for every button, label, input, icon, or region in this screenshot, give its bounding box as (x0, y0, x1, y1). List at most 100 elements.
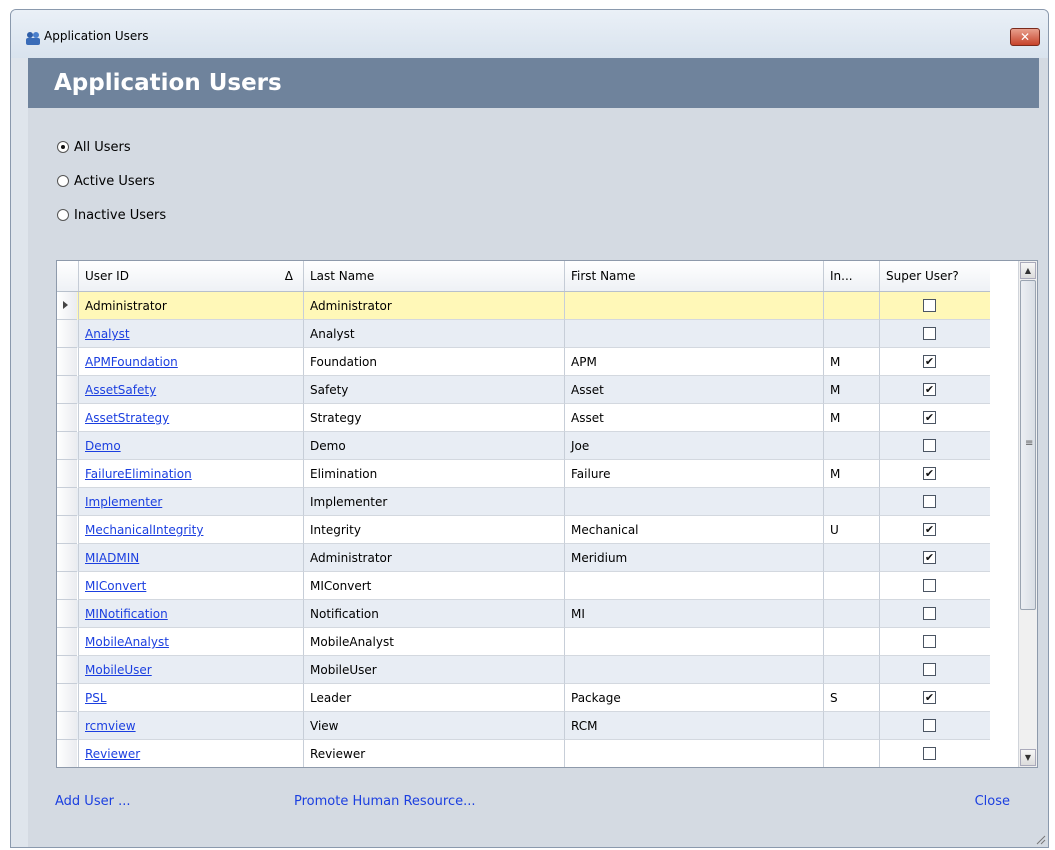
table-row[interactable]: MINotification Notification MI (57, 600, 990, 628)
user-id-link[interactable]: FailureElimination (85, 467, 192, 481)
row-selector[interactable] (57, 320, 77, 348)
user-id-link[interactable]: PSL (85, 691, 107, 705)
table-row[interactable]: PSL Leader Package S ✔ (57, 684, 990, 712)
user-id-link[interactable]: MIADMIN (85, 551, 139, 565)
row-selector[interactable] (57, 656, 77, 684)
table-row[interactable]: Demo Demo Joe (57, 432, 990, 460)
radio-label: All Users (74, 139, 131, 155)
table-row[interactable]: MIADMIN Administrator Meridium ✔ (57, 544, 990, 572)
column-label: In... (830, 269, 853, 283)
user-id-link[interactable]: MIConvert (85, 579, 146, 593)
row-selector[interactable] (57, 628, 77, 656)
super-user-checkbox[interactable] (923, 495, 936, 508)
radio-active-users[interactable] (57, 175, 69, 187)
user-id-link[interactable]: Reviewer (85, 747, 140, 761)
radio-label: Active Users (74, 173, 155, 189)
cell-text: View (310, 719, 339, 733)
cell-last: Demo (303, 432, 564, 460)
row-selector[interactable] (57, 600, 77, 628)
super-user-checkbox[interactable] (923, 663, 936, 676)
column-header-super-user[interactable]: Super User? (879, 261, 990, 291)
table-row[interactable]: FailureElimination Elimination Failure M ✔ (57, 460, 990, 488)
row-selector[interactable] (57, 684, 77, 712)
row-selector[interactable] (57, 292, 77, 320)
table-row[interactable]: AssetSafety Safety Asset M ✔ (57, 376, 990, 404)
user-id-link[interactable]: rcmview (85, 719, 136, 733)
row-selector[interactable] (57, 516, 77, 544)
scroll-up-arrow-icon[interactable]: ▲ (1020, 262, 1036, 279)
row-selector[interactable] (57, 740, 77, 767)
table-row[interactable]: MobileAnalyst MobileAnalyst (57, 628, 990, 656)
super-user-checkbox[interactable]: ✔ (923, 355, 936, 368)
column-header-first-name[interactable]: First Name (564, 261, 823, 291)
column-header-last-name[interactable]: Last Name (303, 261, 564, 291)
table-row[interactable]: MobileUser MobileUser (57, 656, 990, 684)
cell-last: Administrator (303, 292, 564, 320)
cell-initial (823, 600, 879, 628)
table-row[interactable]: MechanicalIntegrity Integrity Mechanical U ✔ (57, 516, 990, 544)
super-user-checkbox[interactable] (923, 607, 936, 620)
column-header-initial[interactable]: In... (823, 261, 879, 291)
close-link[interactable]: Close (975, 794, 1010, 809)
table-row[interactable]: rcmview View RCM (57, 712, 990, 740)
user-id-link[interactable]: Demo (85, 439, 121, 453)
filter-inactive-users[interactable]: Inactive Users (57, 206, 166, 224)
user-id-link[interactable]: AssetSafety (85, 383, 156, 397)
resize-grip-icon[interactable] (1034, 833, 1046, 845)
user-id-link[interactable]: APMFoundation (85, 355, 178, 369)
radio-inactive-users[interactable] (57, 209, 69, 221)
title-bar[interactable]: Application Users ✕ (11, 10, 1048, 58)
user-id-link[interactable]: MobileAnalyst (85, 635, 169, 649)
table-row[interactable]: Implementer Implementer (57, 488, 990, 516)
super-user-checkbox[interactable]: ✔ (923, 551, 936, 564)
row-selector[interactable] (57, 460, 77, 488)
super-user-checkbox[interactable]: ✔ (923, 383, 936, 396)
super-user-checkbox[interactable]: ✔ (923, 691, 936, 704)
filter-active-users[interactable]: Active Users (57, 172, 155, 190)
table-row[interactable]: Administrator Administrator (57, 292, 990, 320)
super-user-checkbox[interactable]: ✔ (923, 411, 936, 424)
super-user-checkbox[interactable] (923, 719, 936, 732)
table-row[interactable]: Analyst Analyst (57, 320, 990, 348)
cell-super-user: ✔ (879, 460, 990, 488)
row-selector[interactable] (57, 544, 77, 572)
user-id-link[interactable]: MobileUser (85, 663, 152, 677)
users-grid[interactable]: User ID Δ Last Name First Name In... Sup… (56, 260, 1038, 768)
radio-all-users[interactable] (57, 141, 69, 153)
table-row[interactable]: MIConvert MIConvert (57, 572, 990, 600)
user-id-link[interactable]: Analyst (85, 327, 130, 341)
vertical-scrollbar[interactable]: ▲ ≡ ▼ (1018, 261, 1037, 767)
user-id-link[interactable]: AssetStrategy (85, 411, 169, 425)
row-selector[interactable] (57, 712, 77, 740)
super-user-checkbox[interactable] (923, 579, 936, 592)
window-close-button[interactable]: ✕ (1010, 28, 1040, 46)
table-row[interactable]: APMFoundation Foundation APM M ✔ (57, 348, 990, 376)
promote-human-resource-link[interactable]: Promote Human Resource... (294, 794, 476, 809)
super-user-checkbox[interactable] (923, 327, 936, 340)
user-id-link[interactable]: MINotification (85, 607, 168, 621)
table-row[interactable]: AssetStrategy Strategy Asset M ✔ (57, 404, 990, 432)
column-header-user-id[interactable]: User ID Δ (78, 261, 303, 291)
super-user-checkbox[interactable] (923, 299, 936, 312)
filter-all-users[interactable]: All Users (57, 138, 131, 156)
super-user-checkbox[interactable] (923, 747, 936, 760)
super-user-checkbox[interactable] (923, 439, 936, 452)
row-selector[interactable] (57, 432, 77, 460)
row-selector[interactable] (57, 572, 77, 600)
super-user-checkbox[interactable] (923, 635, 936, 648)
add-user-link[interactable]: Add User ... (55, 794, 130, 809)
table-row[interactable]: Reviewer Reviewer (57, 740, 990, 767)
cell-first (564, 292, 823, 320)
user-id-link[interactable]: Implementer (85, 495, 162, 509)
row-selector[interactable] (57, 348, 77, 376)
scroll-thumb[interactable]: ≡ (1020, 280, 1036, 610)
scroll-down-arrow-icon[interactable]: ▼ (1020, 749, 1036, 766)
row-selector[interactable] (57, 376, 77, 404)
user-id-link[interactable]: MechanicalIntegrity (85, 523, 203, 537)
row-selector[interactable] (57, 488, 77, 516)
cell-user-id: Implementer (78, 488, 303, 516)
super-user-checkbox[interactable]: ✔ (923, 523, 936, 536)
super-user-checkbox[interactable]: ✔ (923, 467, 936, 480)
row-selector[interactable] (57, 404, 77, 432)
column-label: Super User? (886, 269, 959, 283)
